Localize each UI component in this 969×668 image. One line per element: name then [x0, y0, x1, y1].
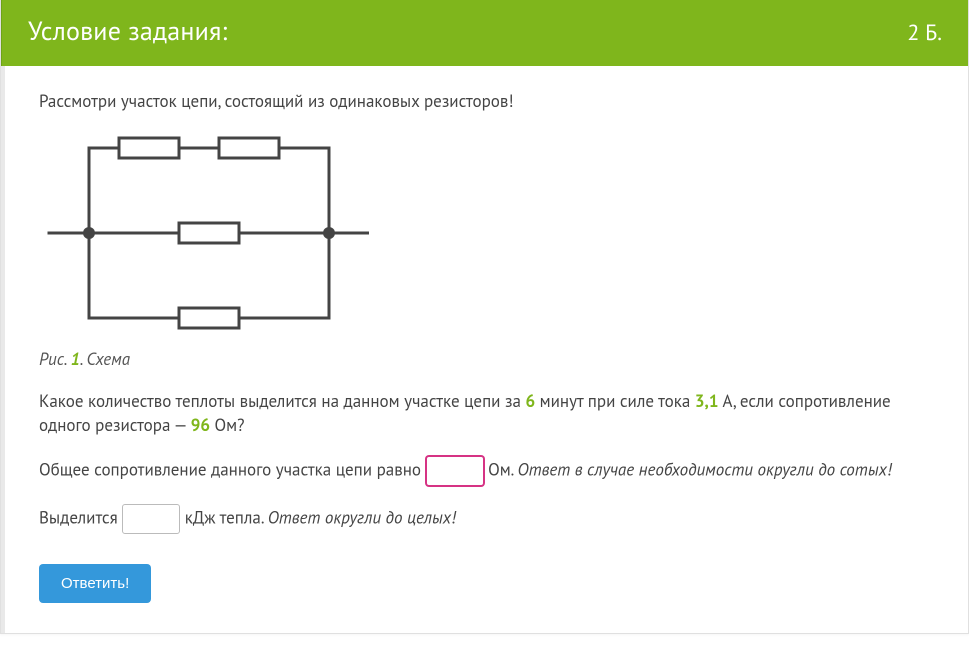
- q-part4: Ом?: [210, 414, 245, 436]
- figure-caption: Рис. 1. Схема: [39, 348, 942, 372]
- a2-hint: Ответ округли до целых!: [268, 506, 456, 528]
- q-part2: минут при силе тока: [535, 390, 695, 412]
- intro-text: Рассмотри участок цепи, состоящий из оди…: [39, 90, 942, 114]
- q-part1: Какое количество теплоты выделится на да…: [39, 390, 525, 412]
- resistance-input[interactable]: [426, 456, 484, 486]
- caption-number: 1: [71, 348, 80, 370]
- header-title: Условие задания:: [28, 14, 227, 50]
- circuit-figure: [39, 128, 942, 338]
- submit-button[interactable]: Ответить!: [39, 564, 151, 603]
- a1-prefix: Общее сопротивление данного участка цепи…: [39, 458, 426, 480]
- a1-unit: Ом.: [488, 458, 517, 480]
- caption-suffix: . Схема: [80, 348, 130, 370]
- task-card: Условие задания: 2 Б. Рассмотри участок …: [0, 0, 969, 634]
- answer-line-heat: Выделится кДж тепла. Ответ округли до це…: [39, 504, 942, 534]
- task-body: Рассмотри участок цепи, состоящий из оди…: [1, 66, 968, 632]
- question-text: Какое количество теплоты выделится на да…: [39, 390, 942, 438]
- a2-prefix: Выделится: [39, 506, 122, 528]
- task-header: Условие задания: 2 Б.: [1, 0, 968, 66]
- caption-prefix: Рис.: [39, 348, 66, 370]
- q-resistance: 96: [191, 414, 210, 436]
- answer-line-resistance: Общее сопротивление данного участка цепи…: [39, 456, 942, 486]
- a2-unit: кДж тепла.: [185, 506, 268, 528]
- circuit-diagram: [39, 128, 369, 338]
- q-time: 6: [525, 390, 535, 412]
- heat-input[interactable]: [122, 504, 180, 534]
- header-points: 2 Б.: [907, 18, 942, 49]
- a1-hint: Ответ в случае необходимости округли до …: [518, 458, 892, 480]
- q-current: 3,1: [695, 390, 719, 412]
